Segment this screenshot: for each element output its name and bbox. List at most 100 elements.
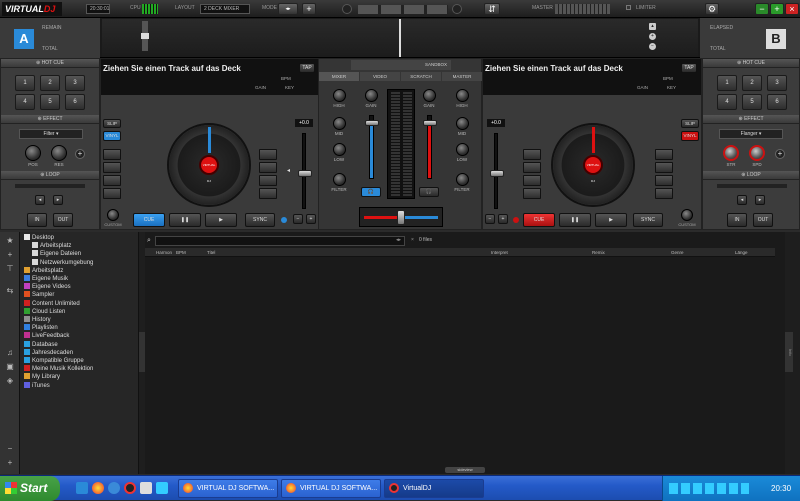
mixer-a-filter-knob[interactable] bbox=[333, 173, 346, 186]
user-icon[interactable]: ⇵ bbox=[484, 3, 500, 15]
loop-in-button-b[interactable]: IN bbox=[727, 213, 747, 227]
mixer-b-volume-fader[interactable] bbox=[423, 115, 437, 179]
wave-minus-button[interactable]: − bbox=[649, 43, 656, 50]
loop-prev-button[interactable]: ◂ bbox=[35, 195, 45, 205]
settings-plus-button[interactable]: + bbox=[302, 3, 316, 15]
tree-item[interactable]: Content Unlimited bbox=[24, 299, 80, 308]
tree-item[interactable]: History bbox=[24, 316, 51, 324]
deck-b-custom-knob[interactable] bbox=[681, 209, 693, 221]
mixer-b-low-knob[interactable] bbox=[456, 143, 469, 156]
sandbox-button[interactable]: SANDBOX bbox=[351, 60, 451, 70]
wave-plus-button[interactable]: + bbox=[649, 33, 656, 40]
tree-item[interactable]: Eigene Musik bbox=[24, 275, 68, 283]
tab-video[interactable]: VIDEO bbox=[360, 72, 400, 81]
close-button[interactable]: × bbox=[785, 3, 799, 15]
plus-icon[interactable]: + bbox=[5, 250, 15, 260]
deck-a-pitch-fader[interactable] bbox=[298, 133, 312, 209]
hotcue-6[interactable]: 6 bbox=[65, 94, 85, 110]
loop-next-button-b[interactable]: ▸ bbox=[755, 195, 765, 205]
tree-item[interactable]: Eigene Videos bbox=[24, 283, 71, 291]
col-artist[interactable]: Interpret bbox=[491, 250, 508, 255]
layout-select[interactable]: 2 DECK MIXER bbox=[200, 4, 250, 14]
loop-out-button[interactable]: OUT bbox=[53, 213, 73, 227]
mixer-a-high-knob[interactable] bbox=[333, 89, 346, 102]
tree-item[interactable]: Arbeitsplatz bbox=[24, 266, 63, 275]
hotcue-b-6[interactable]: 6 bbox=[767, 94, 787, 110]
waveform-display[interactable]: ▴ + − bbox=[102, 19, 698, 57]
deck-a-pitch-plus[interactable]: + bbox=[306, 214, 316, 224]
gear-icon[interactable]: ⚙ bbox=[705, 3, 719, 15]
broadcast-icon[interactable] bbox=[452, 4, 462, 14]
sideview-toggle[interactable]: sideview bbox=[445, 467, 485, 473]
explorer-icon[interactable] bbox=[140, 482, 152, 494]
add-effect-button[interactable]: + bbox=[75, 149, 85, 159]
search-input[interactable]: ◂▸ bbox=[155, 236, 405, 246]
deck-b-pitch-minus[interactable]: − bbox=[485, 214, 495, 224]
loop-prev-button-b[interactable]: ◂ bbox=[737, 195, 747, 205]
hotcue-b-1[interactable]: 1 bbox=[717, 75, 737, 91]
loop-out-button-b[interactable]: OUT bbox=[753, 213, 773, 227]
tree-item[interactable]: iTunes bbox=[24, 381, 50, 390]
col-harmon[interactable]: Harmon bbox=[156, 250, 172, 255]
hotcue-b-3[interactable]: 3 bbox=[767, 75, 787, 91]
deck-b-slip-button[interactable]: SLIP bbox=[681, 119, 699, 128]
desktop-icon[interactable] bbox=[76, 482, 88, 494]
tree-item[interactable]: Desktop bbox=[24, 234, 54, 242]
vdj-quick-icon[interactable] bbox=[124, 482, 136, 494]
mixer-a-low-knob[interactable] bbox=[333, 143, 346, 156]
deck-a-pitch-minus[interactable]: − bbox=[293, 214, 303, 224]
tree-item[interactable]: Netzwerkumgebung bbox=[32, 258, 93, 267]
hotcue-b-4[interactable]: 4 bbox=[717, 94, 737, 110]
info-panel-toggle[interactable]: Info bbox=[785, 332, 793, 372]
wave-scroll-up[interactable]: ▴ bbox=[649, 23, 656, 30]
col-genre[interactable]: Genre bbox=[671, 250, 684, 255]
hotcue-5[interactable]: 5 bbox=[40, 94, 60, 110]
col-title[interactable]: Titel bbox=[207, 250, 215, 255]
minimize-button[interactable]: − bbox=[755, 3, 769, 15]
tree-item[interactable]: Jahresdecaden bbox=[24, 348, 73, 357]
crossfader[interactable] bbox=[359, 207, 443, 227]
mixer-b-gain-knob[interactable] bbox=[423, 89, 436, 102]
mixer-b-filter-knob[interactable] bbox=[456, 173, 469, 186]
start-button[interactable]: Start bbox=[0, 476, 60, 501]
str-knob[interactable] bbox=[723, 145, 739, 161]
deck-b-platter[interactable]: VIRTUAL DJ bbox=[551, 123, 635, 207]
loop-in-button[interactable]: IN bbox=[27, 213, 47, 227]
deck-a-cue-button[interactable]: CUE bbox=[133, 213, 165, 227]
tree-item[interactable]: Database bbox=[24, 340, 58, 349]
mixer-a-mid-knob[interactable] bbox=[333, 117, 346, 130]
deck-a-vinyl-button[interactable]: VINYL bbox=[103, 131, 121, 141]
deck-a-right-pads[interactable] bbox=[259, 149, 279, 209]
star-icon[interactable]: ★ bbox=[5, 236, 15, 246]
filter-icon[interactable]: ⊤ bbox=[5, 264, 15, 274]
spd-knob[interactable] bbox=[749, 145, 765, 161]
record-icon[interactable] bbox=[342, 4, 352, 14]
deck-a-pitch-reset-icon[interactable]: ◂ bbox=[287, 167, 290, 174]
hotcue-1[interactable]: 1 bbox=[15, 75, 35, 91]
deck-b-pitch-fader[interactable] bbox=[490, 133, 504, 209]
zoom-slider[interactable] bbox=[141, 21, 149, 51]
tree-item[interactable]: Playlisten bbox=[24, 324, 58, 332]
mode-button[interactable]: ◂▸ bbox=[278, 3, 298, 15]
deck-a-custom-knob[interactable] bbox=[107, 209, 119, 221]
tree-item[interactable]: Eigene Dateien bbox=[32, 250, 81, 258]
hotcue-b-2[interactable]: 2 bbox=[742, 75, 762, 91]
hotcue-4[interactable]: 4 bbox=[15, 94, 35, 110]
mixer-a-gain-knob[interactable] bbox=[365, 89, 378, 102]
deck-b-tap-button[interactable]: TAP bbox=[681, 63, 697, 73]
deck-b-cue-button[interactable]: CUE bbox=[523, 213, 555, 227]
mixer-a-volume-fader[interactable] bbox=[365, 115, 379, 179]
deck-b-right-pads[interactable] bbox=[655, 149, 675, 209]
effect-select[interactable]: Filter ▾ bbox=[19, 129, 83, 139]
folder-icon[interactable]: ⇆ bbox=[5, 286, 15, 296]
video-icon[interactable]: ▣ bbox=[5, 362, 15, 372]
tree-item[interactable]: Kompatible Gruppe bbox=[24, 357, 84, 365]
tree-item[interactable]: Meine Musik Kollektion bbox=[24, 365, 93, 373]
col-remix[interactable]: Remix bbox=[592, 250, 605, 255]
pos-knob[interactable] bbox=[25, 145, 41, 161]
chrome-icon[interactable] bbox=[92, 482, 104, 494]
minus-icon[interactable]: − bbox=[5, 444, 15, 454]
mixer-b-headphone-button[interactable]: 🎧 bbox=[419, 187, 439, 197]
deck-a-play-button[interactable]: ▶ bbox=[205, 213, 237, 227]
tree-item[interactable]: LiveFeedback bbox=[24, 332, 69, 340]
